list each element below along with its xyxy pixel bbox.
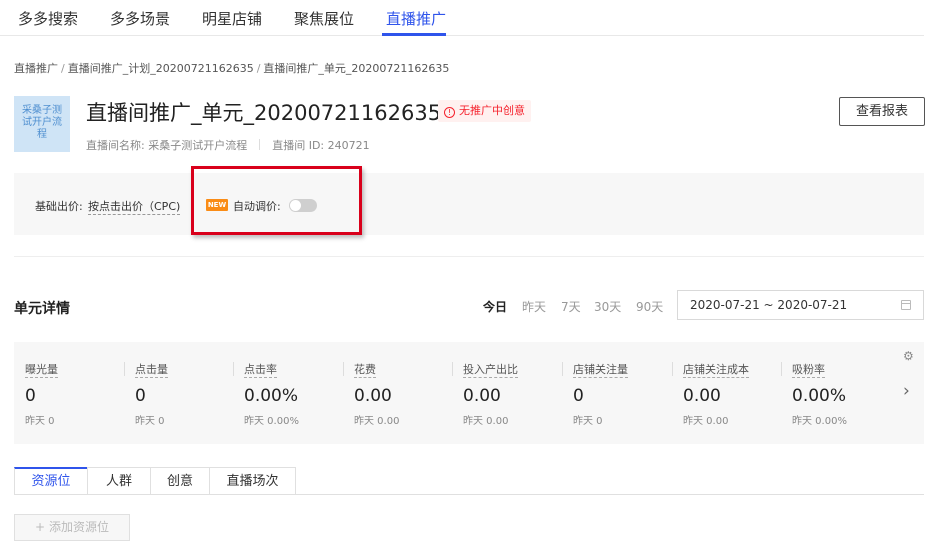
metric-divider (452, 362, 453, 376)
date-range-picker[interactable]: 2020-07-21 ~ 2020-07-21 (677, 290, 924, 320)
subtab-creatives[interactable]: 创意 (150, 467, 210, 495)
range-yesterday[interactable]: 昨天 (522, 298, 546, 315)
metric-value: 0.00% (244, 386, 299, 406)
metric-clicks: 点击量 0 昨天 0 (124, 342, 234, 444)
metric-follow-cost: 店铺关注成本 0.00 昨天 0.00 (672, 342, 782, 444)
settings-gear-icon[interactable]: ⚙ (903, 349, 914, 363)
add-resource-slot-button[interactable]: + 添加资源位 (14, 514, 130, 541)
date-range-value: 2020-07-21 ~ 2020-07-21 (690, 298, 848, 312)
subtab-live-sessions[interactable]: 直播场次 (209, 467, 296, 495)
metric-divider (672, 362, 673, 376)
metric-divider (562, 362, 563, 376)
live-room-thumbnail: 采桑子测试开户流程 (14, 96, 70, 152)
active-tab-indicator (382, 33, 446, 36)
metric-label[interactable]: 点击率 (244, 361, 277, 378)
live-room-id: 直播间 ID: 240721 (272, 139, 370, 152)
metric-value: 0.00 (463, 386, 501, 406)
breadcrumb-live-promotion[interactable]: 直播推广 (14, 62, 58, 75)
base-bid-value[interactable]: 按点击出价（CPC) (88, 198, 181, 215)
metric-value: 0.00 (683, 386, 721, 406)
breadcrumb-plan[interactable]: 直播间推广_计划_20200721162635 (68, 62, 254, 75)
metric-yesterday: 昨天 0 (25, 416, 55, 427)
metric-value: 0.00% (792, 386, 847, 406)
metric-divider (233, 362, 234, 376)
plus-icon: + (35, 520, 46, 534)
range-7-days[interactable]: 7天 (561, 298, 581, 315)
metric-yesterday: 昨天 0.00% (792, 416, 847, 427)
metric-value: 0 (135, 386, 146, 406)
metric-ctr: 点击率 0.00% 昨天 0.00% (233, 342, 343, 444)
metric-value: 0.00 (354, 386, 392, 406)
range-90-days[interactable]: 90天 (636, 298, 663, 315)
tab-duoduo-scene[interactable]: 多多场景 (110, 8, 170, 29)
metric-value: 0 (25, 386, 36, 406)
metric-divider (124, 362, 125, 376)
tab-live-promotion[interactable]: 直播推广 (386, 8, 446, 29)
metric-value: 0 (573, 386, 584, 406)
tab-focus-booth[interactable]: 聚焦展位 (294, 8, 354, 29)
metric-yesterday: 昨天 0.00 (683, 416, 729, 427)
page-title: 直播间推广_单元_20200721162635 (86, 101, 442, 125)
range-today[interactable]: 今日 (483, 298, 507, 315)
unit-details-title: 单元详情 (14, 301, 70, 317)
metric-fan-rate: 吸粉率 0.00% 昨天 0.00% (781, 342, 891, 444)
tab-duoduo-search[interactable]: 多多搜索 (18, 8, 78, 29)
metric-impressions: 曝光量 0 昨天 0 (14, 342, 124, 444)
metric-yesterday: 昨天 0.00 (354, 416, 400, 427)
live-room-meta: 直播间名称: 采桑子测试开户流程 直播间 ID: 240721 (86, 137, 370, 153)
metric-label[interactable]: 吸粉率 (792, 361, 825, 378)
status-text: 无推广中创意 (459, 104, 525, 117)
subtab-divider (14, 494, 924, 495)
status-badge: ! 无推广中创意 (438, 100, 531, 122)
live-room-name: 直播间名称: 采桑子测试开户流程 (86, 139, 248, 152)
metric-yesterday: 昨天 0.00% (244, 416, 299, 427)
tab-star-store[interactable]: 明星店铺 (202, 8, 262, 29)
top-nav: 多多搜索 多多场景 明星店铺 聚焦展位 直播推广 (0, 0, 924, 36)
metric-label[interactable]: 点击量 (135, 361, 168, 378)
breadcrumb-separator: / (61, 62, 65, 75)
meta-divider (259, 139, 261, 150)
metric-label[interactable]: 店铺关注成本 (683, 361, 749, 378)
metrics-panel: 曝光量 0 昨天 0 点击量 0 昨天 0 点击率 0.00% 昨天 0.00%… (14, 342, 924, 444)
metric-yesterday: 昨天 0.00 (463, 416, 509, 427)
breadcrumb-separator: / (256, 62, 261, 75)
metric-label[interactable]: 花费 (354, 361, 376, 378)
metric-label[interactable]: 曝光量 (25, 361, 58, 378)
range-30-days[interactable]: 30天 (594, 298, 621, 315)
add-resource-slot-label: 添加资源位 (48, 520, 109, 534)
metric-spend: 花费 0.00 昨天 0.00 (343, 342, 453, 444)
metric-store-follows: 店铺关注量 0 昨天 0 (562, 342, 672, 444)
section-divider (14, 256, 924, 257)
metric-yesterday: 昨天 0 (573, 416, 603, 427)
metric-divider (781, 362, 782, 376)
metric-label[interactable]: 店铺关注量 (573, 361, 628, 378)
metric-roi: 投入产出比 0.00 昨天 0.00 (452, 342, 562, 444)
subtab-audience[interactable]: 人群 (87, 467, 151, 495)
metric-divider (343, 362, 344, 376)
chevron-right-icon[interactable]: › (903, 381, 910, 401)
breadcrumb-unit: 直播间推广_单元_20200721162635 (263, 62, 450, 75)
highlight-annotation-box (191, 166, 362, 235)
metric-label[interactable]: 投入产出比 (463, 361, 518, 378)
warning-icon: ! (444, 107, 455, 118)
breadcrumb: 直播推广 / 直播间推广_计划_20200721162635/直播间推广_单元_20… (14, 60, 449, 76)
view-report-button[interactable]: 查看报表 (839, 97, 925, 126)
subtab-resource-slots[interactable]: 资源位 (14, 467, 88, 495)
calendar-icon (901, 300, 911, 310)
base-bid-label: 基础出价: (35, 200, 83, 213)
metric-yesterday: 昨天 0 (135, 416, 165, 427)
